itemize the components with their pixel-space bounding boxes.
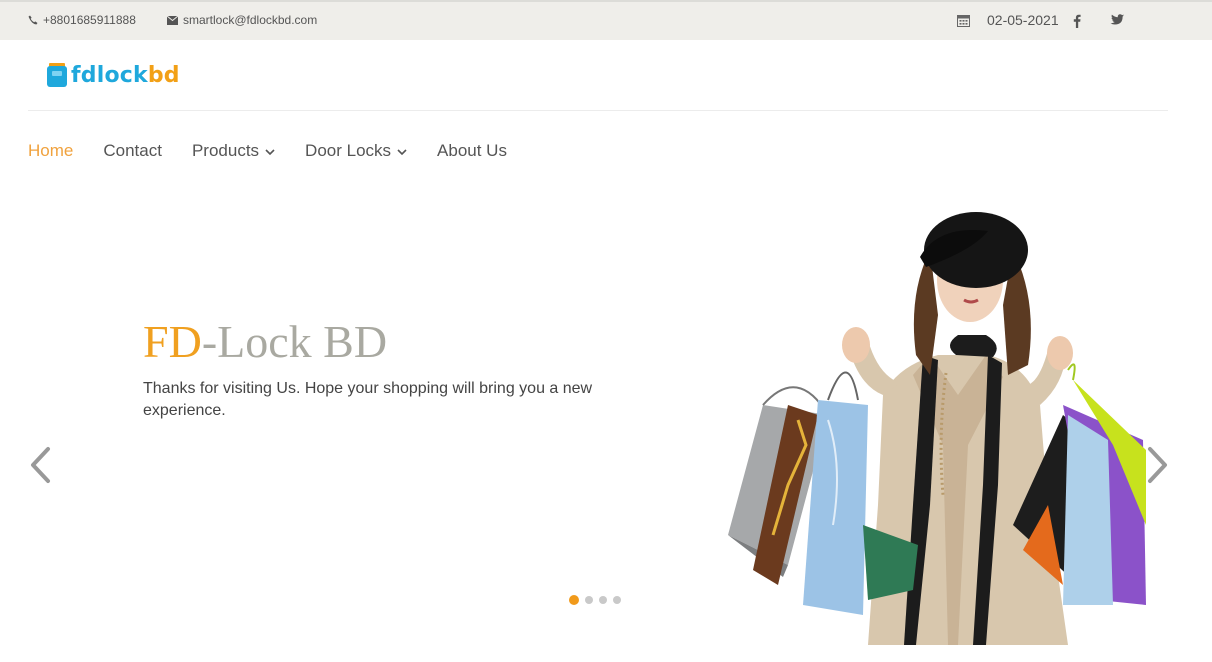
- slide-dot-4[interactable]: [613, 596, 621, 604]
- topbar-date: 02-05-2021: [957, 12, 1059, 28]
- twitter-icon: [1110, 14, 1124, 25]
- slider-pagination: [569, 595, 621, 605]
- nav-contact[interactable]: Contact: [103, 141, 162, 161]
- top-bar: +8801685911888 smartlock@fdlockbd.com 02…: [0, 0, 1212, 40]
- topbar-phone[interactable]: +8801685911888: [28, 13, 136, 27]
- nav-home-label: Home: [28, 141, 74, 160]
- logo-text-primary: fdlock: [71, 62, 148, 88]
- phone-number: +8801685911888: [43, 13, 136, 27]
- hero-title: FD-Lock BD: [143, 315, 387, 368]
- hero-title-rest: -Lock BD: [201, 316, 388, 367]
- nav-home[interactable]: Home: [28, 141, 73, 161]
- calendar-icon: [957, 14, 970, 27]
- slide-dot-3[interactable]: [599, 596, 607, 604]
- nav-contact-label: Contact: [103, 141, 162, 160]
- facebook-icon: [1073, 14, 1081, 28]
- envelope-icon: [167, 15, 178, 25]
- topbar-email[interactable]: smartlock@fdlockbd.com: [167, 13, 317, 27]
- chevron-left-icon: [31, 447, 50, 483]
- nav-about-us-label: About Us: [437, 141, 507, 160]
- main-navigation: Home Contact Products Door Locks About U…: [28, 141, 537, 161]
- hero-shopping-woman-image: [728, 212, 1146, 645]
- lock-logo-icon: [47, 63, 67, 87]
- chevron-down-icon: [397, 148, 407, 155]
- hero-title-accent: FD: [143, 316, 202, 367]
- logo-text: fdlockbd: [71, 63, 180, 88]
- chevron-down-icon: [265, 148, 275, 155]
- email-address: smartlock@fdlockbd.com: [183, 13, 318, 27]
- logo-text-secondary: bd: [147, 62, 180, 88]
- facebook-link[interactable]: [1073, 14, 1081, 28]
- nav-door-locks-label: Door Locks: [305, 141, 392, 160]
- nav-products[interactable]: Products: [192, 141, 275, 161]
- current-date: 02-05-2021: [987, 12, 1059, 28]
- phone-icon: [28, 15, 38, 25]
- twitter-link[interactable]: [1110, 14, 1124, 26]
- nav-door-locks[interactable]: Door Locks: [305, 141, 407, 161]
- slider-prev-button[interactable]: [28, 446, 52, 489]
- hero-subtitle: Thanks for visiting Us. Hope your shoppi…: [143, 380, 593, 419]
- slide-dot-1[interactable]: [569, 595, 579, 605]
- slide-dot-2[interactable]: [585, 596, 593, 604]
- nav-about-us[interactable]: About Us: [437, 141, 507, 161]
- nav-products-label: Products: [191, 141, 260, 160]
- header-divider: [28, 110, 1168, 111]
- site-logo[interactable]: fdlockbd: [47, 62, 180, 88]
